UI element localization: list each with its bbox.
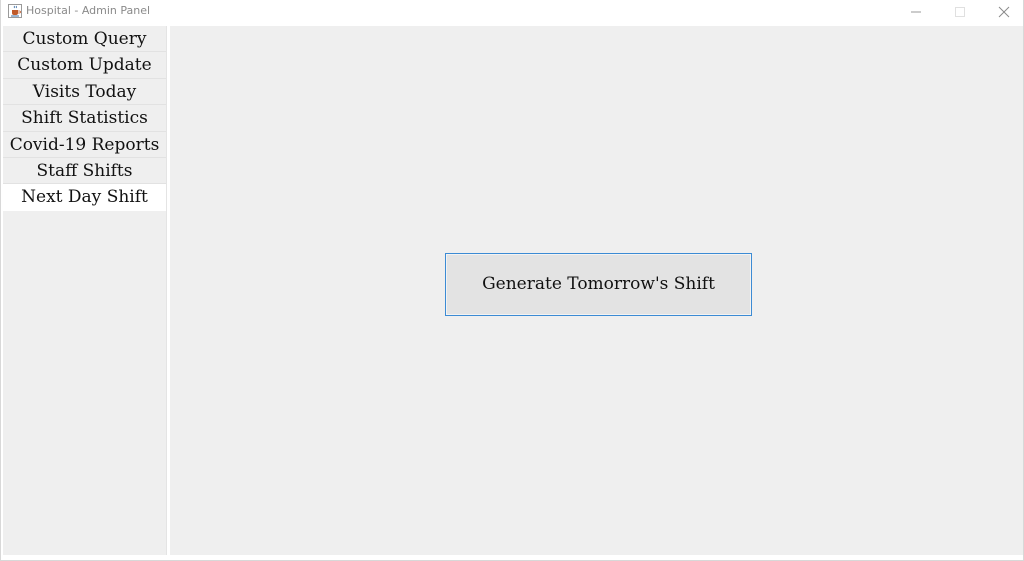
title-bar[interactable]: Hospital - Admin Panel xyxy=(1,0,1023,24)
minimize-button[interactable] xyxy=(894,0,938,24)
app-window: Hospital - Admin Panel Custom Query Cust… xyxy=(0,0,1024,561)
sidebar-item-staff-shifts[interactable]: Staff Shifts xyxy=(3,157,166,185)
maximize-icon xyxy=(955,7,965,17)
java-cup-icon xyxy=(8,4,22,18)
close-button[interactable] xyxy=(982,0,1024,24)
generate-tomorrows-shift-button[interactable]: Generate Tomorrow's Shift xyxy=(445,253,752,316)
close-icon xyxy=(998,6,1010,18)
sidebar-item-next-day-shift[interactable]: Next Day Shift xyxy=(3,184,166,211)
main-content-panel: Generate Tomorrow's Shift xyxy=(170,26,1023,555)
sidebar-item-covid-19-reports[interactable]: Covid-19 Reports xyxy=(3,131,166,158)
sidebar-item-custom-update[interactable]: Custom Update xyxy=(3,52,166,79)
sidebar-item-shift-statistics[interactable]: Shift Statistics xyxy=(3,105,166,132)
minimize-icon xyxy=(911,11,921,13)
maximize-button[interactable] xyxy=(938,0,982,24)
sidebar-item-custom-query[interactable]: Custom Query xyxy=(3,26,166,53)
window-title: Hospital - Admin Panel xyxy=(26,4,151,17)
sidebar-tab-list: Custom Query Custom Update Visits Today … xyxy=(3,26,167,555)
sidebar-item-visits-today[interactable]: Visits Today xyxy=(3,78,166,106)
